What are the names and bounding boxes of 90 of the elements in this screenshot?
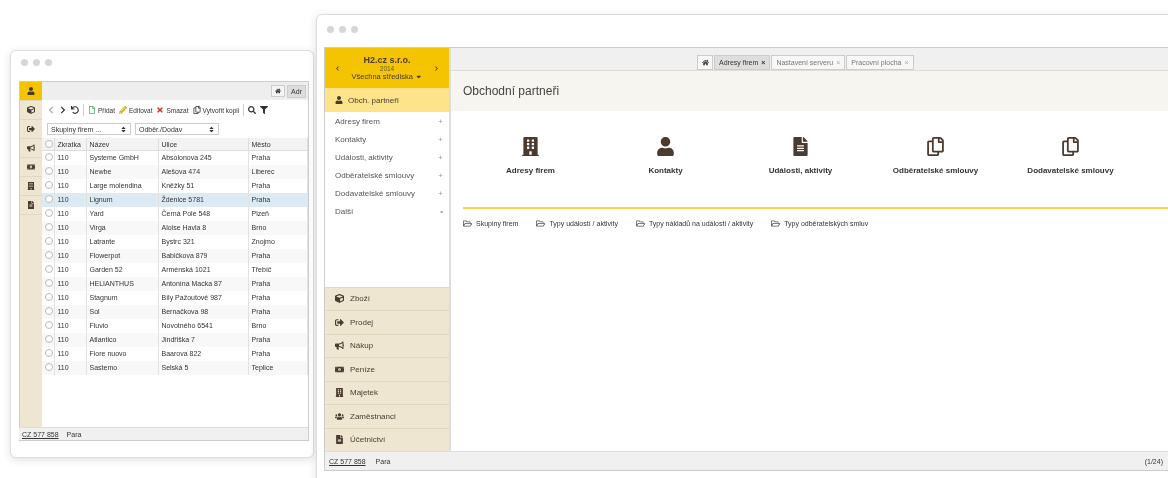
checkbox[interactable]	[45, 265, 53, 273]
document-icon	[335, 435, 344, 445]
tile-label[interactable]: Adresy firem	[506, 166, 555, 175]
exit-icon	[335, 317, 344, 327]
copy-icon	[192, 106, 201, 114]
company-name: H2.cz s.r.o.	[363, 55, 411, 65]
module-item[interactable]: Majetek	[325, 380, 449, 404]
checkbox[interactable]	[45, 321, 53, 329]
checkbox[interactable]	[45, 363, 53, 371]
window-dot	[351, 25, 358, 33]
window-dot	[21, 58, 28, 66]
menu-item[interactable]: Adresy firem	[335, 116, 380, 126]
building-icon	[27, 182, 35, 190]
checkbox[interactable]	[45, 195, 53, 203]
folder-icon	[771, 219, 781, 228]
megaphone-icon	[335, 341, 344, 351]
building-icon	[335, 388, 344, 398]
forward-icon[interactable]	[59, 106, 67, 114]
checkbox[interactable]	[45, 167, 53, 175]
menu-marker: +	[438, 134, 443, 144]
checkbox[interactable]	[45, 139, 53, 148]
folder-icon	[463, 219, 472, 228]
checkbox[interactable]	[45, 153, 53, 162]
page-title: Obchodní partneři	[463, 84, 560, 98]
exit-icon	[27, 125, 35, 133]
document-icon	[27, 201, 35, 209]
document-icon	[88, 106, 96, 114]
users-icon	[335, 411, 344, 421]
module-item[interactable]: Zboží	[325, 286, 449, 310]
close-icon	[156, 106, 165, 114]
checkbox[interactable]	[45, 349, 53, 357]
home-icon	[275, 88, 282, 94]
window-dot	[327, 25, 334, 33]
module-item[interactable]: Prodej	[325, 310, 449, 334]
search-icon[interactable]	[248, 106, 257, 114]
checkbox[interactable]	[45, 279, 53, 287]
checkbox[interactable]	[45, 251, 53, 259]
next-icon[interactable]	[434, 66, 439, 71]
megaphone-icon	[27, 144, 35, 152]
menu-marker: •	[440, 206, 443, 216]
checkbox[interactable]	[45, 237, 53, 245]
copy-icon[interactable]	[926, 137, 945, 156]
cube-icon	[335, 294, 344, 304]
home-tab[interactable]	[697, 55, 713, 70]
window-dot	[45, 58, 52, 66]
money-icon	[27, 163, 35, 171]
folder-icon	[536, 219, 546, 228]
window-dot	[33, 58, 40, 66]
user-icon	[335, 96, 343, 104]
folder-icon	[635, 219, 645, 228]
copy-icon[interactable]	[1061, 137, 1080, 156]
user-icon[interactable]	[656, 137, 675, 156]
filter-icon[interactable]	[260, 106, 269, 114]
checkbox[interactable]	[45, 223, 53, 231]
menu-marker: +	[438, 116, 443, 126]
module-item[interactable]: Účetnictví	[325, 427, 449, 451]
pencil-icon	[119, 106, 127, 114]
sort-icon	[208, 125, 215, 133]
menu-marker: +	[438, 188, 443, 198]
tile-label[interactable]: Události, aktivity	[768, 166, 833, 175]
module-item[interactable]: Peníze	[325, 357, 449, 381]
tile-label[interactable]: Odběratelské smlouvy	[892, 166, 979, 175]
money-icon	[335, 364, 344, 374]
previous-icon[interactable]	[335, 66, 340, 71]
menu-item[interactable]: Odběratelské smlouvy	[335, 170, 415, 180]
menu-marker: +	[438, 170, 443, 180]
menu-item[interactable]: Další	[335, 206, 354, 216]
checkbox[interactable]	[45, 209, 53, 217]
checkbox[interactable]	[45, 181, 53, 189]
menu-item[interactable]: Události, aktivity	[335, 152, 393, 162]
building-icon[interactable]	[521, 137, 540, 156]
tile-label[interactable]: Dodavatelské smlouvy	[1027, 166, 1114, 175]
menu-marker: +	[438, 152, 443, 162]
tile-label[interactable]: Kontakty	[648, 166, 683, 175]
module-item[interactable]: Obch. partneři	[325, 88, 449, 112]
document-icon[interactable]	[791, 137, 810, 156]
menu-item[interactable]: Dodavatelské smlouvy	[335, 188, 416, 198]
checkbox[interactable]	[45, 307, 53, 315]
home-icon	[701, 59, 709, 66]
menu-item[interactable]: Kontakty	[335, 134, 367, 144]
checkbox[interactable]	[45, 293, 53, 301]
module-item[interactable]: Zaměstnanci	[325, 404, 449, 428]
sort-icon	[120, 125, 127, 133]
window-dot	[339, 25, 346, 33]
checkbox[interactable]	[45, 335, 53, 343]
module-item[interactable]: Nákup	[325, 333, 449, 357]
cube-icon	[27, 106, 35, 114]
user-icon	[27, 87, 35, 95]
refresh-icon[interactable]	[71, 106, 79, 114]
home-tab[interactable]	[271, 85, 286, 97]
